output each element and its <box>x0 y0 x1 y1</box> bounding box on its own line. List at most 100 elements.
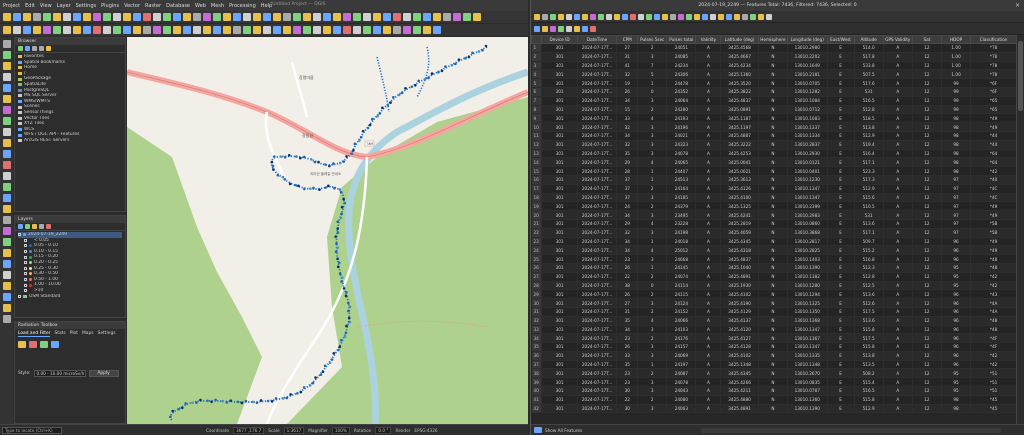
table-cell[interactable]: E <box>827 78 855 88</box>
row-number[interactable]: 29 <box>531 289 543 300</box>
table-cell[interactable]: 27 <box>616 43 639 53</box>
table-cell[interactable]: 3425.1930 <box>720 281 759 291</box>
table-cell[interactable]: 301 <box>541 166 578 176</box>
table-cell[interactable]: 34 <box>616 96 639 106</box>
table-cell[interactable]: E <box>827 368 855 379</box>
table-cell[interactable]: 515.4 <box>854 377 884 388</box>
table-cell[interactable]: N <box>758 157 788 168</box>
table-cell[interactable]: A <box>695 272 722 282</box>
toolbar-button-icon[interactable] <box>2 260 11 268</box>
table-cell[interactable]: 2 <box>637 307 668 317</box>
menu-raster[interactable]: Raster <box>145 3 161 9</box>
table-cell[interactable]: E <box>827 96 855 106</box>
table-row[interactable]: 2 301 2024-07-17T... 31 3 24085 A 3425.4667 N 130… <box>531 52 1017 62</box>
table-cell[interactable]: 2024-07-17T... <box>577 342 618 352</box>
table-cell[interactable]: E <box>827 289 855 300</box>
menu-mesh[interactable]: Mesh <box>211 3 224 9</box>
row-number[interactable]: 28 <box>531 281 543 291</box>
table-row[interactable]: 22 301 2024-07-17T... 32 3 24198 A 3425.4059 N 13… <box>531 228 1017 238</box>
table-cell[interactable]: N <box>758 122 788 132</box>
table-cell[interactable]: 517.6 <box>854 78 884 88</box>
table-cell[interactable]: 13010.2817 <box>787 237 828 247</box>
toolbar-button-icon[interactable] <box>323 26 331 34</box>
table-cell[interactable]: A <box>695 386 722 396</box>
table-cell[interactable]: 26 <box>616 342 639 352</box>
row-number[interactable]: 8 <box>531 105 543 115</box>
menu-project[interactable]: Project <box>3 3 20 9</box>
toolbar-button-icon[interactable] <box>23 26 31 34</box>
table-cell[interactable]: 24176 <box>666 333 697 344</box>
table-cell[interactable]: 24051 <box>666 43 697 53</box>
table-cell[interactable]: A <box>883 87 913 97</box>
table-cell[interactable]: 516.4 <box>854 149 884 159</box>
table-cell[interactable]: 3425.4266 <box>720 377 759 388</box>
toolbar-button-icon[interactable] <box>373 26 381 34</box>
table-cell[interactable]: 99 <box>941 78 972 88</box>
table-cell[interactable]: 12 <box>912 395 943 405</box>
locator-input[interactable]: Type to locate (Ctrl+K) <box>2 426 62 434</box>
toolbar-button-icon[interactable] <box>183 13 191 21</box>
table-cell[interactable]: 1.00 <box>941 69 972 80</box>
table-cell[interactable]: *44 <box>970 131 1017 141</box>
table-cell[interactable]: 24407 <box>666 166 697 176</box>
toolbar-button-icon[interactable] <box>630 13 636 20</box>
table-cell[interactable]: *78 <box>970 69 1017 80</box>
table-cell[interactable]: 515.8 <box>854 325 884 335</box>
table-row[interactable]: 6 301 2024-07-17T... 26 0 24352 A 3425.3822 N 130… <box>531 87 1017 97</box>
column-header[interactable]: Longitude (deg) <box>786 35 828 44</box>
table-cell[interactable]: E <box>827 325 855 335</box>
toolbar-button-icon[interactable] <box>662 13 668 20</box>
table-cell[interactable]: 3425.4880 <box>720 395 759 405</box>
table-cell[interactable]: A <box>883 342 913 352</box>
table-cell[interactable]: 2024-07-17T... <box>577 289 618 300</box>
row-number[interactable]: 42 <box>531 404 543 414</box>
table-cell[interactable]: 24064 <box>666 96 697 106</box>
table-cell[interactable]: E <box>827 61 855 71</box>
table-cell[interactable]: 2024-07-17T... <box>577 69 618 80</box>
table-cell[interactable]: 301 <box>541 210 578 220</box>
export-icon[interactable] <box>51 341 59 348</box>
table-cell[interactable]: 1 <box>637 237 668 247</box>
table-cell[interactable]: 2024-07-17T... <box>577 298 618 308</box>
browser-item[interactable]: ArcGIS REST Servers <box>18 138 122 144</box>
table-cell[interactable]: 301 <box>541 333 578 344</box>
table-cell[interactable]: 98 <box>941 140 972 150</box>
table-cell[interactable]: 96 <box>941 237 972 247</box>
table-cell[interactable]: 533.8 <box>854 61 884 71</box>
table-cell[interactable]: 2024-07-17T... <box>577 272 618 282</box>
toolbar-button-icon[interactable] <box>2 161 11 169</box>
table-cell[interactable]: *49 <box>970 210 1017 220</box>
table-cell[interactable]: A <box>883 184 913 194</box>
table-cell[interactable]: A <box>695 184 722 194</box>
table-cell[interactable]: A <box>883 228 913 238</box>
toolbar-button-icon[interactable] <box>333 13 341 21</box>
table-cell[interactable]: 3 <box>637 342 668 352</box>
table-cell[interactable]: A <box>695 228 722 238</box>
table-cell[interactable]: 507.5 <box>854 69 884 80</box>
toolbar-button-icon[interactable] <box>113 26 121 34</box>
table-cell[interactable]: 519.4 <box>854 140 884 150</box>
table-cell[interactable]: 513.8 <box>854 351 884 361</box>
table-cell[interactable]: 3 <box>637 122 668 132</box>
menu-web[interactable]: Web <box>195 3 206 9</box>
toolbar-button-icon[interactable] <box>750 13 756 20</box>
table-cell[interactable]: 23228 <box>666 219 697 229</box>
table-cell[interactable]: 3 <box>637 140 668 150</box>
menu-database[interactable]: Database <box>166 3 190 9</box>
table-cell[interactable]: 34 <box>616 210 639 220</box>
table-cell[interactable]: 13010.0401 <box>787 166 828 176</box>
toolbar-button-icon[interactable] <box>333 26 341 34</box>
table-cell[interactable]: 13010.2670 <box>787 368 828 379</box>
table-cell[interactable]: 7 <box>637 61 668 71</box>
table-cell[interactable]: 301 <box>541 386 578 396</box>
table-cell[interactable]: N <box>758 96 788 106</box>
table-cell[interactable]: 13010.1382 <box>787 272 828 282</box>
row-number[interactable]: 2 <box>531 52 543 62</box>
toolbar-button-icon[interactable] <box>2 194 11 202</box>
map-canvas[interactable]: 장평마을 갈림길 지리산 둘레길 안내소 369 <box>127 37 528 424</box>
table-cell[interactable]: 12 <box>912 149 943 159</box>
table-cell[interactable]: 34 <box>616 237 639 247</box>
table-cell[interactable]: 531 <box>854 210 884 220</box>
legend-checkbox[interactable] <box>24 278 27 282</box>
table-cell[interactable]: 13010.1334 <box>787 131 828 141</box>
